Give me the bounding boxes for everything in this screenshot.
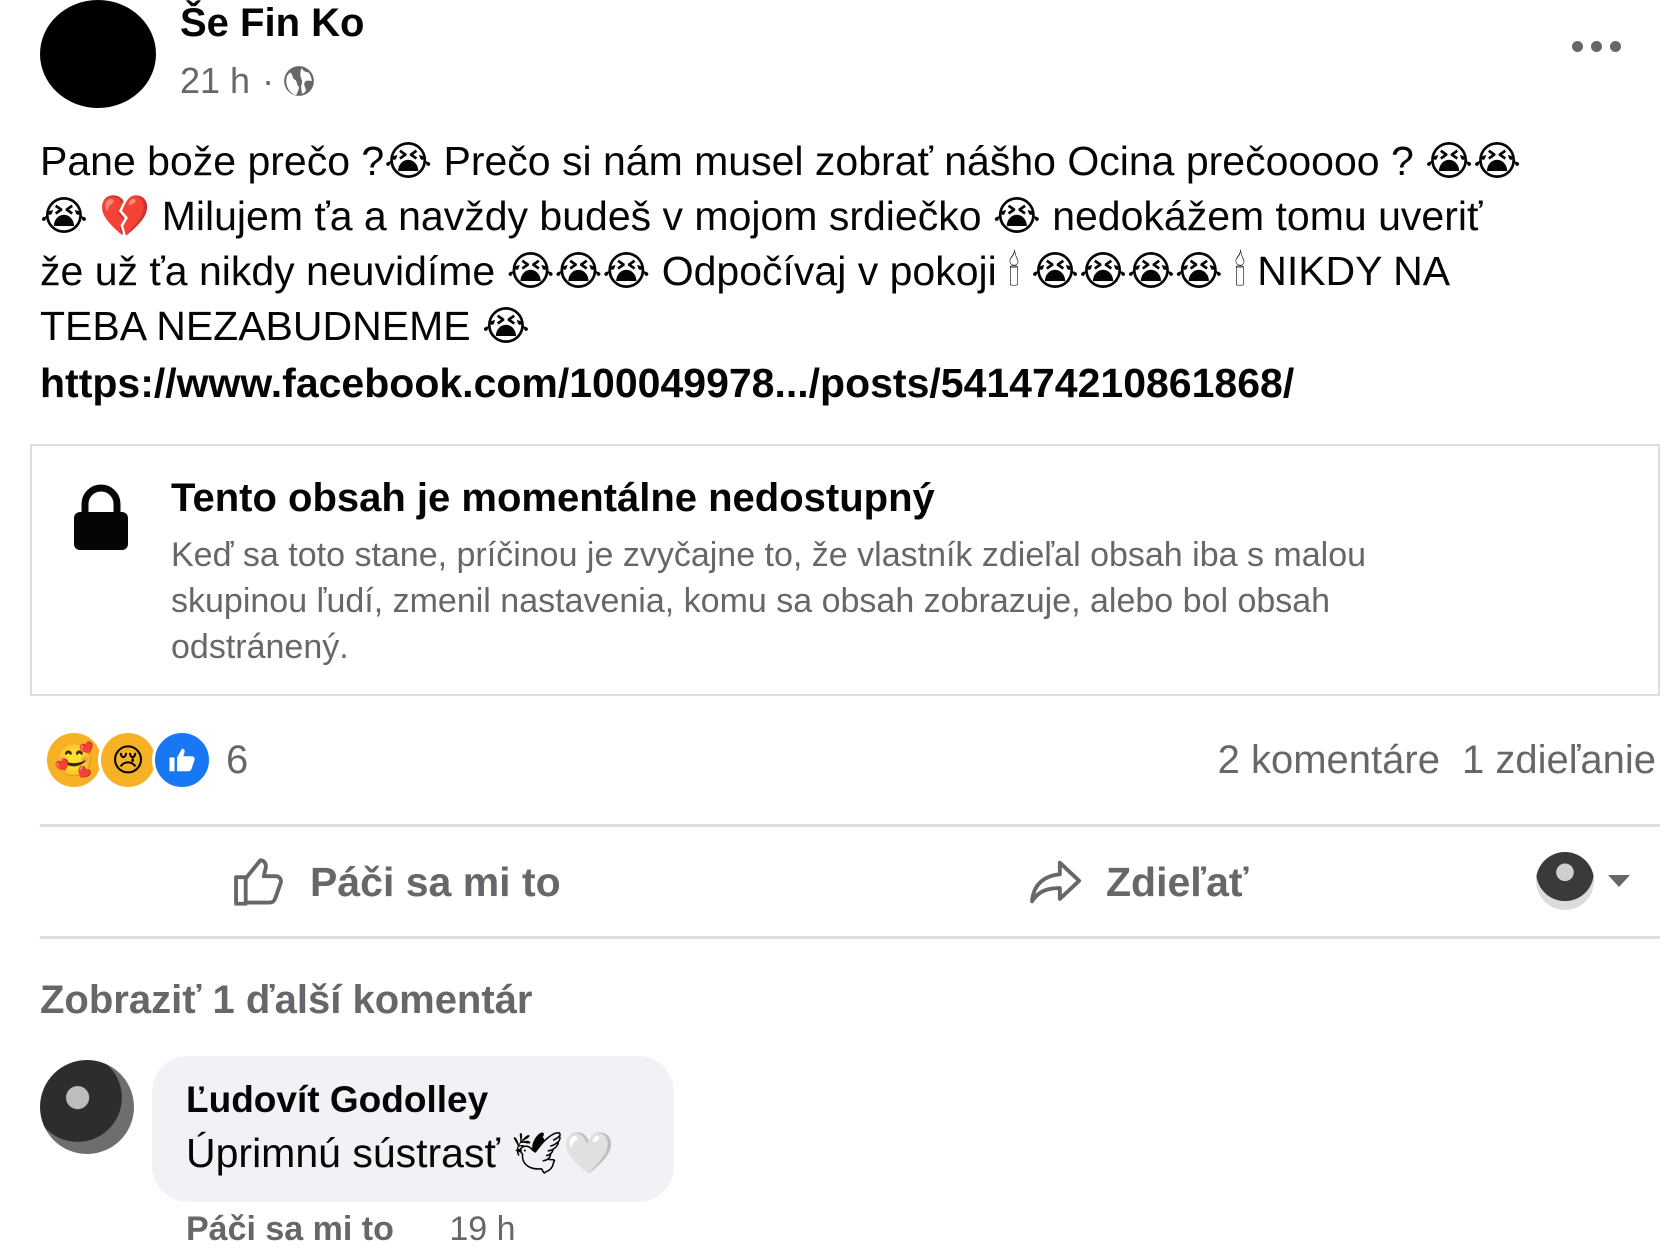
comment-text: Úprimnú sústrasť 🕊🤍 xyxy=(186,1130,615,1176)
unavailable-description-line: Keď sa toto stane, príčinou je zvyčajne … xyxy=(171,536,1367,574)
post-text-line: 😭 💔 Milujem ťa a navždy budeš v mojom sr… xyxy=(40,193,1483,239)
more-options-icon[interactable] xyxy=(1572,36,1652,56)
post-link[interactable]: https://www.facebook.com/100049978.../po… xyxy=(40,357,1294,409)
profile-switcher[interactable] xyxy=(1536,852,1630,910)
share-arrow-icon xyxy=(1030,860,1082,904)
reaction-icons[interactable]: 🥰 😢 xyxy=(44,730,212,790)
post-text-line: TEBA NEZABUDNEME 😭 xyxy=(40,303,530,349)
divider xyxy=(40,936,1660,939)
unavailable-description-line: skupinou ľudí, zmenil nastavenia, komu s… xyxy=(171,582,1331,620)
unavailable-title: Tento obsah je momentálne nedostupný xyxy=(171,476,935,520)
divider xyxy=(40,824,1660,827)
profile-avatar xyxy=(1536,852,1594,910)
caret-down-icon xyxy=(1608,875,1630,887)
unavailable-description-line: odstránený. xyxy=(171,628,349,666)
post-text-line: Pane bože prečo ?😭 Prečo si nám musel zo… xyxy=(40,138,1521,184)
commenter-name[interactable]: Ľudovít Godolley xyxy=(186,1078,488,1122)
post-stats: 2 komentáre 1 zdieľanie xyxy=(1218,736,1656,784)
post-text: Pane bože prečo ?😭 Prečo si nám musel zo… xyxy=(40,134,1660,354)
share-button[interactable]: Zdieľať xyxy=(1026,850,1249,914)
thumbs-up-icon xyxy=(234,858,283,906)
post-text-line: že už ťa nikdy neuvidíme 😭😭😭 Odpočívaj v… xyxy=(40,248,1451,294)
post-meta: 21 h · xyxy=(180,58,316,104)
comment-meta: Páči sa mi to 19 h xyxy=(186,1208,516,1250)
care-reaction-icon: 🥰 xyxy=(44,730,104,790)
shares-count[interactable]: 1 zdieľanie xyxy=(1462,736,1656,784)
commenter-avatar[interactable] xyxy=(40,1060,134,1154)
share-button-label: Zdieľať xyxy=(1106,858,1249,905)
comment-time[interactable]: 19 h xyxy=(449,1210,515,1248)
meta-separator: · xyxy=(262,60,275,101)
comments-count[interactable]: 2 komentáre xyxy=(1218,736,1440,784)
unavailable-description: Keď sa toto stane, príčinou je zvyčajne … xyxy=(171,532,1571,670)
lock-icon xyxy=(74,484,128,550)
comment-like-button[interactable]: Páči sa mi to xyxy=(186,1210,394,1248)
sad-reaction-icon: 😢 xyxy=(98,730,158,790)
post-author-name[interactable]: Še Fin Ko xyxy=(180,0,364,46)
like-button[interactable]: Páči sa mi to xyxy=(230,850,561,914)
post-time[interactable]: 21 h xyxy=(180,58,250,104)
reaction-count[interactable]: 6 xyxy=(226,736,248,784)
like-reaction-icon xyxy=(152,730,212,790)
view-more-comments[interactable]: Zobraziť 1 ďalší komentár xyxy=(40,975,533,1025)
globe-icon xyxy=(284,66,314,96)
author-avatar[interactable] xyxy=(40,0,156,108)
like-button-label: Páči sa mi to xyxy=(310,858,561,905)
